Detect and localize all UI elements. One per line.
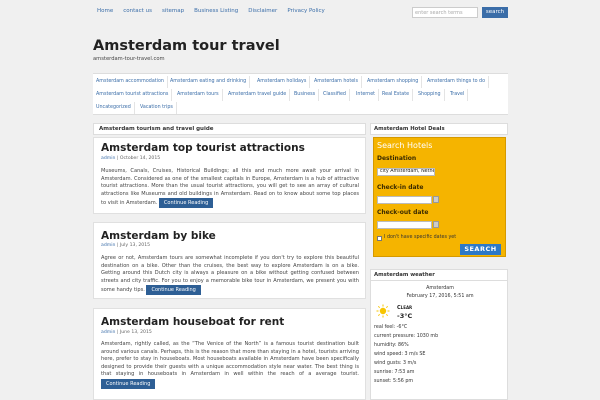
- calendar-icon[interactable]: [433, 221, 439, 228]
- category-item[interactable]: Amsterdam travel guide: [225, 89, 291, 101]
- checkin-date-field[interactable]: [377, 196, 432, 204]
- category-item[interactable]: Real Estate: [379, 89, 414, 101]
- category-item[interactable]: Classified: [320, 89, 350, 101]
- post-excerpt: Amsterdam, rightly called, as the “The V…: [101, 341, 359, 389]
- weather-pressure: current pressure: 1030 mb: [374, 334, 439, 339]
- category-item[interactable]: Vacation trips: [137, 102, 177, 114]
- destination-label: Destination: [377, 155, 417, 162]
- site-description: amsterdam-tour-travel.com: [93, 56, 165, 62]
- category-nav: Amsterdam accommodation Amsterdam eating…: [93, 73, 508, 115]
- weather-wind-gusts: wind gusts: 3 m/s: [374, 361, 417, 366]
- post: Amsterdam by bike admin | July 13, 2015 …: [93, 222, 366, 299]
- weather-real-feel: real feel: -6°C: [374, 325, 408, 330]
- hotel-search-button[interactable]: SEARCH: [460, 244, 501, 255]
- post-excerpt-text: Amsterdam, rightly called, as the “The V…: [101, 341, 359, 378]
- search-input[interactable]: enter search terms: [412, 7, 478, 18]
- post-author[interactable]: admin: [101, 156, 115, 161]
- calendar-icon[interactable]: [433, 196, 439, 203]
- post-excerpt-text: Agree or not, Amsterdam tours are somewh…: [101, 255, 359, 294]
- category-item[interactable]: Internet: [353, 89, 380, 101]
- weather-wind-speed: wind speed: 3 m/s SE: [374, 352, 426, 357]
- post: Amsterdam top tourist attractions admin …: [93, 137, 366, 214]
- post-title[interactable]: Amsterdam by bike: [101, 230, 216, 242]
- weather-city: Amsterdam: [426, 286, 454, 291]
- main-content: Amsterdam tourism and travel guide Amste…: [93, 123, 366, 400]
- post-date: July 13, 2015: [119, 243, 151, 248]
- destination-field[interactable]: city Amsterdam, Nethe: [377, 168, 435, 176]
- sun-icon: [376, 304, 390, 318]
- no-dates-label: I don't have specific dates yet: [384, 235, 457, 240]
- continue-reading-button[interactable]: Continue Reading: [158, 198, 214, 209]
- category-item[interactable]: Amsterdam shopping: [364, 76, 423, 88]
- post-date: October 14, 2015: [119, 156, 161, 161]
- no-dates-checkbox[interactable]: [377, 236, 382, 241]
- category-item[interactable]: Amsterdam tourist attractions: [93, 89, 173, 101]
- post-excerpt-text: Museums, Canals, Cruises, Historical Bui…: [101, 168, 359, 207]
- weather-condition: Clear: [397, 305, 413, 311]
- category-item[interactable]: Uncategorized: [93, 102, 135, 114]
- weather-sunset: sunset: 5:56 pm: [374, 379, 414, 384]
- weather-sunrise: sunrise: 7:53 am: [374, 370, 415, 375]
- post-excerpt: Museums, Canals, Cruises, Historical Bui…: [101, 168, 359, 209]
- top-nav-sitemap[interactable]: sitemap: [157, 5, 189, 17]
- search-button[interactable]: search: [482, 7, 508, 18]
- top-nav-contact-us[interactable]: contact us: [118, 5, 157, 17]
- top-nav: Home contact us sitemap Business Listing…: [92, 5, 330, 17]
- category-item[interactable]: Amsterdam eating and drinking: [167, 76, 251, 88]
- post-excerpt: Agree or not, Amsterdam tours are somewh…: [101, 255, 359, 296]
- hotel-search-widget: Search Hotels Destination city Amsterdam…: [373, 137, 506, 257]
- category-item[interactable]: Shopping: [415, 89, 445, 101]
- checkout-label: Check-out date: [377, 209, 429, 216]
- post-title[interactable]: Amsterdam top tourist attractions: [101, 142, 305, 154]
- post: Amsterdam houseboat for rent admin | Jun…: [93, 308, 366, 400]
- top-nav-disclaimer[interactable]: Disclaimer: [243, 5, 282, 17]
- category-item[interactable]: Amsterdam holidays: [254, 76, 311, 88]
- post-meta: admin | June 13, 2015: [101, 330, 152, 335]
- post-author[interactable]: admin: [101, 243, 115, 248]
- weather-humidity: humidity: 86%: [374, 343, 409, 348]
- top-bar: Home contact us sitemap Business Listing…: [92, 5, 508, 22]
- weather-date: February 17, 2016, 5:51 am: [406, 294, 474, 299]
- hotel-search-title: Search Hotels: [377, 141, 433, 150]
- top-nav-privacy-policy[interactable]: Privacy Policy: [282, 5, 329, 17]
- category-item[interactable]: Amsterdam tours: [174, 89, 223, 101]
- category-item[interactable]: Business: [291, 89, 320, 101]
- category-item[interactable]: Travel: [447, 89, 469, 101]
- post-title[interactable]: Amsterdam houseboat for rent: [101, 316, 284, 328]
- post-date: June 13, 2015: [119, 330, 152, 335]
- category-item[interactable]: Amsterdam things to do: [424, 76, 490, 88]
- section-title: Amsterdam tourism and travel guide: [93, 123, 366, 135]
- weather-widget: Amsterdam weather Amsterdam February 17,…: [370, 269, 508, 400]
- post-meta: admin | July 13, 2015: [101, 243, 151, 248]
- weather-widget-heading: Amsterdam weather: [370, 269, 508, 281]
- post-author[interactable]: admin: [101, 330, 115, 335]
- weather-temperature: -3°C: [397, 312, 413, 320]
- continue-reading-button[interactable]: Continue Reading: [101, 378, 156, 389]
- post-meta: admin | October 14, 2015: [101, 156, 161, 161]
- site-title[interactable]: Amsterdam tour travel: [93, 38, 280, 54]
- continue-reading-button[interactable]: Continue Reading: [146, 285, 201, 296]
- checkin-label: Check-in date: [377, 184, 424, 191]
- top-nav-home[interactable]: Home: [92, 5, 118, 17]
- category-item[interactable]: Amsterdam accommodation: [93, 76, 168, 88]
- top-nav-business-listing[interactable]: Business Listing: [189, 5, 243, 17]
- category-item[interactable]: Amsterdam hotels: [311, 76, 362, 88]
- checkout-date-field[interactable]: [377, 221, 432, 229]
- hotel-widget-heading: Amsterdam Hotel Deals: [370, 123, 508, 135]
